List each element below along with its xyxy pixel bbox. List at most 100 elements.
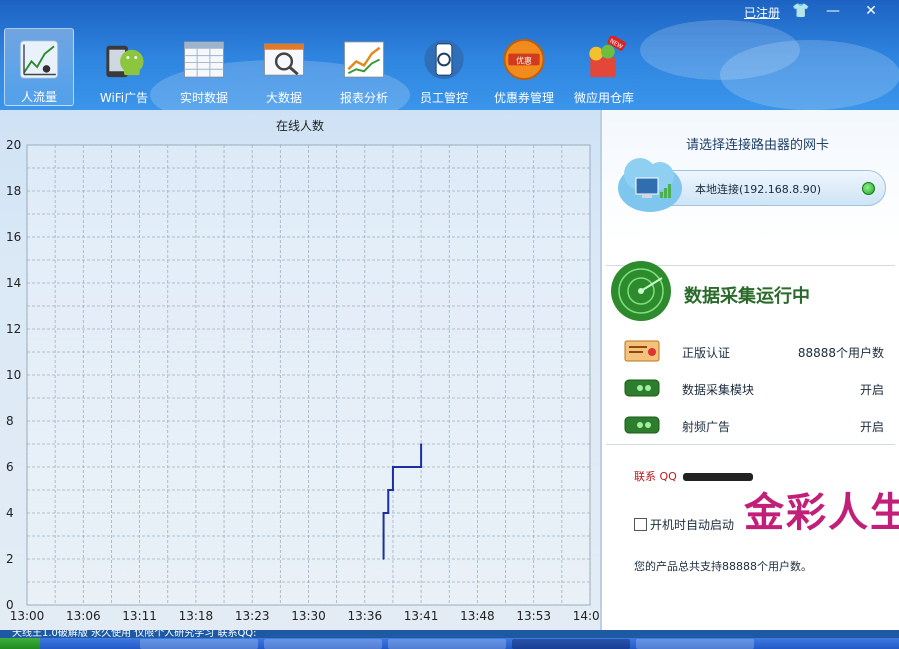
wifi-ad-android-icon (106, 45, 144, 78)
collection-module-label: 数据采集模块 (682, 383, 755, 397)
svg-text:优惠: 优惠 (516, 55, 532, 65)
divider (606, 444, 895, 445)
tab-realtime-data[interactable]: 实时数据 (164, 28, 244, 106)
autostart-checkbox[interactable] (634, 518, 647, 531)
people-flow-chart-icon (19, 40, 59, 79)
new-gift-box-icon: NEW (589, 36, 627, 78)
license-label: 正版认证 (682, 346, 731, 360)
cloud-computer-icon (618, 158, 682, 212)
y-tick-label: 4 (6, 506, 14, 520)
taskbar-item[interactable] (636, 639, 754, 649)
status-panel: 请选择连接路由器的网卡 本地连接(192.168.8.90) 数据采集运行中 正… (600, 110, 899, 630)
data-point (382, 512, 385, 514)
x-tick-label: 13:23 (235, 609, 270, 623)
x-tick-label: 13:53 (516, 609, 551, 623)
tab-label: 员工管控 (419, 91, 468, 105)
autostart-label: 开机时自动启动 (650, 518, 735, 532)
connection-label: 本地连接(192.168.8.90) (695, 183, 822, 196)
x-tick-label: 13:48 (460, 609, 495, 623)
y-tick-label: 12 (6, 322, 21, 336)
tab-label: 微应用仓库 (573, 91, 634, 105)
tab-label: 实时数据 (179, 91, 228, 105)
taskbar-item[interactable] (140, 639, 258, 649)
y-tick-label: 16 (6, 230, 21, 244)
tab-label: 报表分析 (339, 91, 388, 105)
chart-panel: 0 2 4 6 8 10 12 14 16 18 20 13:00 13:06 13:11 13:18 13:… (0, 110, 600, 630)
autostart-option[interactable]: 开机时自动启动 (634, 516, 734, 533)
y-tick-label: 6 (6, 460, 14, 474)
taskbar-item[interactable] (512, 639, 630, 649)
data-point (387, 512, 390, 514)
info-row-collection-module: 数据采集模块 开启 (624, 377, 884, 401)
connection-status-dot (862, 182, 875, 195)
x-tick-label: 13:06 (66, 609, 101, 623)
y-tick-label: 2 (6, 552, 14, 566)
redacted-qq (682, 473, 753, 481)
tab-label: 人流量 (20, 90, 57, 104)
tab-wifi-ad[interactable]: WiFi广告 (84, 28, 164, 106)
x-tick-label: 14:00 (573, 609, 600, 623)
info-row-rf-ad: 射频广告 开启 (624, 414, 884, 438)
report-chart-icon (343, 41, 385, 78)
tab-label: WiFi广告 (99, 91, 149, 105)
start-button[interactable] (0, 638, 40, 649)
support-info: 您的产品总共支持88888个用户数。 (634, 560, 812, 573)
minimize-icon[interactable]: — (822, 2, 844, 20)
data-point (382, 558, 385, 560)
main-toolbar: 人流量 WiFi广告 实时数据 大数据 报表分析 员工管控 优惠 优惠券管理 N… (4, 28, 644, 108)
x-tick-label: 13:18 (179, 609, 214, 623)
brand-logo-text: 金彩人生 (744, 489, 899, 536)
tab-staff-control[interactable]: 员工管控 (404, 28, 484, 106)
taskbar-item[interactable] (388, 639, 506, 649)
contact-label: 联系 QQ (634, 470, 677, 483)
license-value: 88888个用户数 (797, 346, 884, 360)
rf-ad-value: 开启 (859, 420, 884, 434)
rf-ad-label: 射频广告 (682, 420, 731, 434)
registered-link[interactable]: 已注册 (744, 4, 780, 21)
info-row-license: 正版认证 88888个用户数 (624, 340, 884, 364)
tab-label: 大数据 (265, 91, 302, 105)
phone-staff-icon (424, 39, 464, 80)
chart-title: 在线人数 (276, 118, 324, 133)
x-tick-label: 13:41 (404, 609, 439, 623)
collection-module-value: 开启 (859, 383, 884, 397)
data-point (420, 466, 422, 468)
toggle-on-icon[interactable] (624, 414, 660, 436)
radar-icon (611, 261, 671, 321)
tab-people-flow[interactable]: 人流量 (4, 28, 74, 106)
tab-micro-app-store[interactable]: NEW 微应用仓库 (564, 28, 644, 106)
data-point (392, 466, 394, 468)
tab-report-analysis[interactable]: 报表分析 (324, 28, 404, 106)
collection-status-title: 数据采集运行中 (684, 286, 810, 307)
y-tick-label: 14 (6, 276, 21, 290)
realtime-table-icon (183, 41, 225, 78)
tab-label: 优惠券管理 (493, 91, 554, 105)
router-prompt: 请选择连接路由器的网卡 (686, 138, 830, 153)
bigdata-search-icon (263, 43, 305, 76)
x-tick-label: 13:36 (348, 609, 383, 623)
online-users-line-chart: 0246810121416182013:00 13:06 13:11 13:18 13:… (6, 118, 600, 623)
header: 已注册 👕 — ✕ 人流量 WiFi广告 实时数据 大数据 报表分析 员工管控 … (0, 0, 899, 110)
coupon-badge-icon: 优惠 (503, 38, 545, 81)
close-icon[interactable]: ✕ (860, 2, 882, 20)
x-tick-label: 13:11 (122, 609, 157, 623)
data-point (392, 489, 394, 491)
x-tick-label: 13:00 (10, 609, 45, 623)
y-tick-label: 18 (6, 184, 21, 198)
tshirt-icon[interactable]: 👕 (790, 2, 812, 20)
data-point (387, 489, 390, 491)
y-tick-label: 20 (6, 138, 21, 152)
taskbar-item[interactable] (264, 639, 382, 649)
x-tick-label: 13:30 (291, 609, 326, 623)
contact-qq: 联系 QQ (634, 468, 753, 484)
taskbar (0, 638, 899, 649)
tab-big-data[interactable]: 大数据 (244, 28, 324, 106)
certificate-icon (624, 340, 660, 362)
router-section: 请选择连接路由器的网卡 本地连接(192.168.8.90) (602, 110, 899, 245)
y-tick-label: 10 (6, 368, 21, 382)
status-text: 天线王1.0破解版 永久使用 仅限个人研究学习 联系QQ: (12, 630, 257, 638)
data-point (420, 443, 422, 445)
tab-coupon-management[interactable]: 优惠 优惠券管理 (484, 28, 564, 106)
toggle-on-icon[interactable] (624, 377, 660, 399)
y-tick-label: 8 (6, 414, 14, 428)
